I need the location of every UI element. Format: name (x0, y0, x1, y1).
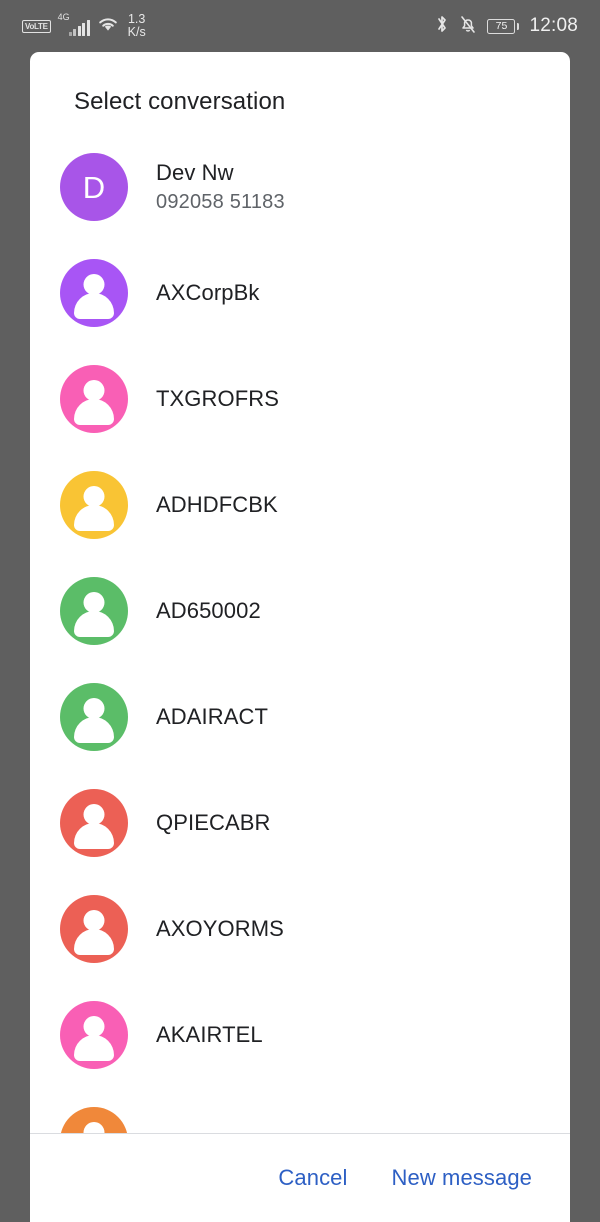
conversation-name: AXCorpBk (156, 280, 260, 305)
person-body (74, 823, 114, 849)
avatar-person-icon (60, 577, 128, 645)
conversation-row[interactable] (30, 1088, 570, 1133)
conversation-name: ADAIRACT (156, 704, 269, 729)
person-head (83, 486, 105, 507)
person-body (74, 1035, 114, 1061)
person-body (74, 611, 114, 637)
signal-bars-icon: 4G (57, 12, 90, 36)
person-head (83, 910, 105, 931)
conversation-name: ADHDFCBK (156, 492, 278, 517)
avatar-person-icon (60, 1107, 128, 1133)
person-body (74, 505, 114, 531)
signal-strength-bars (68, 20, 90, 36)
person-body (74, 293, 114, 319)
conversation-name: Dev Nw (156, 160, 234, 185)
avatar-person-icon (60, 259, 128, 327)
conversation-row[interactable]: AXOYORMS (30, 876, 570, 982)
bell-off-icon (459, 14, 477, 39)
avatar-person-icon (60, 471, 128, 539)
person-head (83, 592, 105, 613)
person-body (74, 929, 114, 955)
battery-icon: 75 (487, 18, 520, 34)
dialog-title: Select conversation (74, 88, 286, 115)
conversation-text: ADAIRACT (156, 704, 268, 730)
conversation-row[interactable]: TXGROFRS (30, 346, 570, 452)
person-head (83, 274, 105, 295)
conversation-name: QPIECABR (156, 810, 271, 835)
conversation-text: AXOYORMS (156, 916, 284, 942)
status-bar-left: VoLTE 4G 1.3 K/s (22, 13, 146, 39)
conversation-text: QPIECABR (156, 810, 271, 836)
conversation-row[interactable]: ADHDFCBK (30, 452, 570, 558)
conversation-row[interactable]: AKAIRTEL (30, 982, 570, 1088)
conversation-row[interactable]: D Dev Nw 092058 51183 (30, 134, 570, 240)
person-head (83, 698, 105, 719)
conversation-name: TXGROFRS (156, 386, 280, 411)
person-body (74, 399, 114, 425)
conversation-text: AKAIRTEL (156, 1022, 263, 1048)
data-rate-indicator: 1.3 K/s (128, 13, 146, 39)
status-bar: VoLTE 4G 1.3 K/s 75 12:08 (0, 0, 600, 52)
conversation-name: AD650002 (156, 598, 261, 623)
conversation-name: AXOYORMS (156, 916, 284, 941)
person-head (83, 804, 105, 825)
conversation-row[interactable]: ADAIRACT (30, 664, 570, 770)
avatar-person-icon (60, 1001, 128, 1069)
conversation-row[interactable]: AD650002 (30, 558, 570, 664)
battery-cap (516, 22, 520, 30)
person-body (74, 717, 114, 743)
conversation-text: TXGROFRS (156, 386, 279, 412)
cancel-button[interactable]: Cancel (276, 1159, 349, 1197)
bluetooth-icon (435, 14, 449, 39)
avatar-person-icon (60, 683, 128, 751)
person-head (83, 1016, 105, 1037)
network-type-label: 4G (57, 12, 70, 22)
person-head (83, 1122, 105, 1133)
clock: 12:08 (529, 15, 578, 36)
data-rate-unit: K/s (127, 25, 146, 39)
battery-level-label: 75 (487, 18, 516, 34)
conversation-list[interactable]: D Dev Nw 092058 51183 AXCorpBk TXGROFRS ADHDF… (30, 134, 570, 1133)
wifi-icon (97, 15, 119, 38)
conversation-text: ADHDFCBK (156, 492, 278, 518)
avatar-initial: D (60, 153, 128, 221)
avatar-person-icon (60, 895, 128, 963)
conversation-row[interactable]: AXCorpBk (30, 240, 570, 346)
person-head (83, 380, 105, 401)
volte-icon: VoLTE (22, 19, 51, 33)
status-bar-right: 75 12:08 (435, 14, 578, 39)
conversation-text: AD650002 (156, 598, 261, 624)
select-conversation-dialog: Select conversation D Dev Nw 092058 51183 A… (30, 52, 570, 1222)
avatar-person-icon (60, 365, 128, 433)
avatar-person-icon (60, 789, 128, 857)
conversation-text: AXCorpBk (156, 280, 260, 306)
new-message-button[interactable]: New message (390, 1159, 535, 1197)
conversation-row[interactable]: QPIECABR (30, 770, 570, 876)
conversation-phone-number: 092058 51183 (156, 191, 285, 213)
conversation-text: Dev Nw 092058 51183 (156, 160, 285, 214)
dialog-actions: Cancel New message (30, 1134, 570, 1222)
conversation-name: AKAIRTEL (156, 1022, 263, 1047)
avatar-letter: D (82, 169, 106, 205)
